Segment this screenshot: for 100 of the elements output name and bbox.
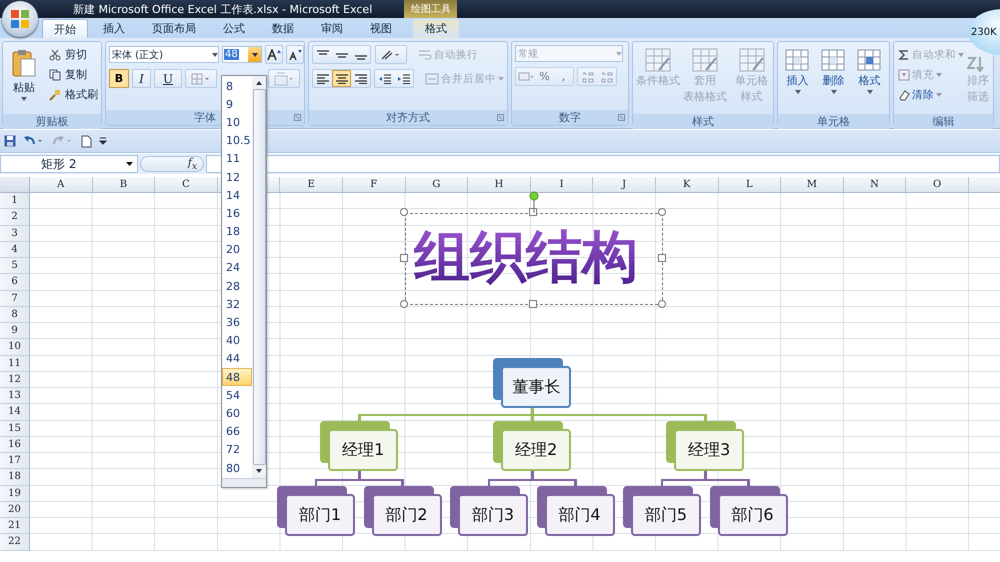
row-header[interactable]: 18 bbox=[0, 469, 30, 486]
scroll-up-icon[interactable] bbox=[254, 79, 264, 87]
resize-handle[interactable] bbox=[400, 208, 408, 216]
column-header[interactable]: J bbox=[593, 177, 656, 193]
ribbon-tab[interactable]: 开始 bbox=[42, 19, 88, 38]
percent-button[interactable]: % bbox=[535, 68, 554, 85]
row-header[interactable]: 7 bbox=[0, 290, 30, 307]
row-header[interactable]: 2 bbox=[0, 209, 30, 226]
font-name-field[interactable]: 宋体 (正文) bbox=[109, 46, 219, 63]
resize-grip[interactable] bbox=[222, 478, 266, 487]
font-size-option[interactable]: 80 bbox=[222, 458, 252, 478]
row-header[interactable]: 19 bbox=[0, 486, 30, 502]
column-header[interactable]: B bbox=[92, 177, 156, 193]
font-size-option[interactable]: 32 bbox=[222, 295, 252, 314]
column-header[interactable]: K bbox=[656, 177, 719, 193]
orientation-button[interactable] bbox=[375, 45, 407, 64]
cells-button[interactable]: 删除 bbox=[817, 45, 850, 111]
cells-button[interactable]: 插入 bbox=[781, 45, 814, 111]
ribbon-tab[interactable]: 插入 bbox=[91, 19, 137, 38]
column-header[interactable]: L bbox=[718, 177, 782, 193]
cells-button[interactable]: 格式 bbox=[853, 45, 886, 111]
undo-icon[interactable] bbox=[23, 135, 45, 147]
font-size-option[interactable]: 9 bbox=[222, 95, 252, 114]
function-button[interactable]: f$_{x}$ bbox=[188, 156, 197, 172]
scroll-down-icon[interactable] bbox=[254, 467, 264, 475]
column-header[interactable]: O bbox=[906, 177, 969, 193]
font-size-field[interactable]: 48 bbox=[222, 46, 262, 63]
font-size-option[interactable]: 12 bbox=[222, 168, 252, 186]
save-icon[interactable] bbox=[4, 135, 16, 147]
resize-handle[interactable] bbox=[400, 254, 408, 262]
resize-handle[interactable] bbox=[658, 254, 666, 262]
formula-input[interactable] bbox=[206, 155, 1000, 173]
font-size-option[interactable]: 16 bbox=[222, 204, 252, 222]
font-size-option[interactable]: 66 bbox=[222, 422, 252, 441]
grow-font-button[interactable] bbox=[265, 45, 283, 64]
font-size-option[interactable]: 72 bbox=[222, 440, 252, 459]
row-header[interactable]: 10 bbox=[0, 339, 30, 356]
row-header[interactable]: 6 bbox=[0, 274, 30, 290]
column-header[interactable]: I bbox=[530, 177, 594, 193]
paste-button[interactable]: 粘贴 bbox=[6, 45, 42, 111]
ribbon-tab[interactable]: 页面布局 bbox=[140, 19, 208, 38]
italic-button[interactable]: I bbox=[132, 69, 151, 88]
editing-button[interactable]: 清除 bbox=[896, 85, 966, 104]
column-header[interactable]: E bbox=[280, 177, 343, 193]
row-header[interactable]: 9 bbox=[0, 323, 30, 340]
font-size-option[interactable]: 10 bbox=[222, 113, 252, 132]
font-size-option[interactable]: 20 bbox=[222, 240, 252, 259]
name-box[interactable]: 矩形 2 bbox=[0, 155, 138, 173]
font-size-option[interactable]: 10.5 bbox=[222, 132, 252, 150]
font-size-option[interactable]: 28 bbox=[222, 277, 252, 296]
bold-button[interactable]: B bbox=[109, 69, 129, 88]
row-header[interactable]: 12 bbox=[0, 372, 30, 388]
font-size-option[interactable]: 24 bbox=[222, 258, 252, 278]
ribbon-tab[interactable]: 格式 bbox=[413, 19, 459, 38]
row-header[interactable]: 4 bbox=[0, 242, 30, 258]
resize-handle[interactable] bbox=[529, 300, 537, 308]
clipboard-button[interactable]: 复制 bbox=[45, 65, 102, 84]
resize-handle[interactable] bbox=[658, 208, 666, 216]
column-header[interactable]: M bbox=[781, 177, 844, 193]
clipboard-button[interactable]: 剪切 bbox=[45, 45, 102, 64]
column-header[interactable]: A bbox=[30, 177, 93, 193]
row-header[interactable]: 5 bbox=[0, 258, 30, 274]
resize-handle[interactable] bbox=[400, 300, 408, 308]
font-size-option[interactable]: 18 bbox=[222, 222, 252, 241]
comma-button[interactable]: , bbox=[554, 68, 573, 85]
ribbon-tab[interactable]: 数据 bbox=[260, 19, 306, 38]
row-header[interactable]: 13 bbox=[0, 388, 30, 404]
row-header[interactable]: 21 bbox=[0, 518, 30, 534]
font-size-option[interactable]: 60 bbox=[222, 404, 252, 423]
row-header[interactable]: 1 bbox=[0, 193, 30, 210]
row-header[interactable]: 17 bbox=[0, 453, 30, 470]
font-size-option[interactable]: 54 bbox=[222, 386, 252, 404]
row-header[interactable]: 14 bbox=[0, 404, 30, 420]
font-size-option[interactable]: 36 bbox=[222, 313, 252, 332]
horizontal-align-button[interactable] bbox=[332, 70, 351, 87]
row-header[interactable]: 20 bbox=[0, 502, 30, 518]
row-header[interactable]: 11 bbox=[0, 356, 30, 372]
column-header[interactable]: C bbox=[155, 177, 218, 193]
row-header[interactable]: 3 bbox=[0, 226, 30, 242]
new-document-icon[interactable] bbox=[81, 134, 92, 148]
column-header[interactable]: N bbox=[844, 177, 906, 193]
font-size-option[interactable]: 14 bbox=[222, 186, 252, 204]
font-size-option[interactable]: 44 bbox=[222, 350, 252, 368]
underline-button[interactable]: U bbox=[154, 69, 182, 88]
dropdown-button[interactable] bbox=[248, 47, 261, 62]
column-header[interactable]: F bbox=[342, 177, 406, 193]
font-size-option[interactable]: 11 bbox=[222, 150, 252, 168]
ribbon-tab[interactable]: 审阅 bbox=[309, 19, 355, 38]
font-size-option[interactable]: 8 bbox=[222, 77, 252, 96]
row-header[interactable]: 16 bbox=[0, 436, 30, 453]
ribbon-tab[interactable]: 视图 bbox=[358, 19, 404, 38]
shrink-font-button[interactable] bbox=[286, 45, 304, 64]
rotate-handle[interactable] bbox=[529, 191, 539, 213]
resize-handle[interactable] bbox=[658, 300, 666, 308]
customize-icon[interactable] bbox=[99, 136, 107, 146]
font-size-option[interactable]: 48 bbox=[222, 368, 252, 386]
row-header[interactable]: 22 bbox=[0, 534, 30, 550]
resize-handle[interactable] bbox=[529, 208, 537, 216]
column-header[interactable]: H bbox=[468, 177, 531, 193]
row-header[interactable]: 8 bbox=[0, 306, 30, 323]
